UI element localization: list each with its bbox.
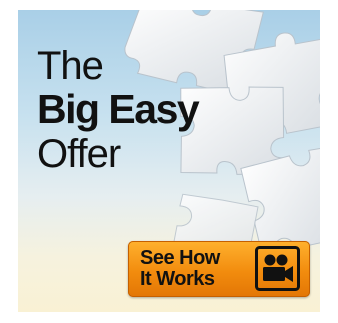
headline-line-1: The [37, 44, 104, 88]
banner-ad[interactable]: The Big Easy Offer See How It Works [18, 10, 320, 312]
cta-label-line-1: See How [140, 247, 220, 269]
headline: The Big Easy Offer [37, 44, 200, 176]
headline-line-2: Big Easy [37, 86, 200, 132]
cta-label-line-2: It Works [140, 268, 215, 290]
video-camera-icon [255, 246, 300, 291]
headline-line-3: Offer [37, 132, 121, 176]
cta-label: See How It Works [140, 248, 220, 290]
see-how-it-works-button[interactable]: See How It Works [128, 241, 310, 297]
